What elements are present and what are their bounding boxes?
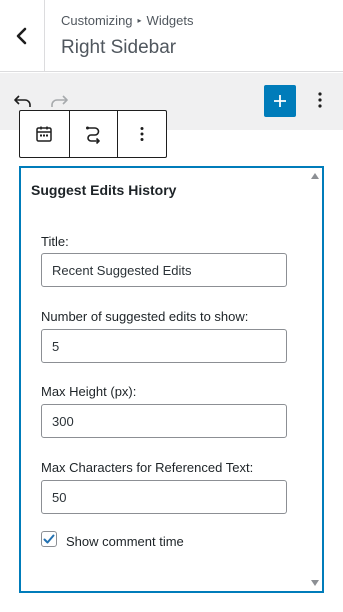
- breadcrumb-item: Customizing: [61, 13, 133, 28]
- redo-icon: [51, 95, 68, 107]
- edits-count-input[interactable]: [41, 329, 287, 363]
- edits-count-label: Number of suggested edits to show:: [41, 309, 249, 324]
- more-options-button[interactable]: [308, 88, 332, 112]
- undo-button[interactable]: [11, 88, 35, 112]
- undo-icon: [14, 95, 31, 107]
- show-comment-time-checkbox[interactable]: [41, 531, 57, 547]
- max-height-label: Max Height (px):: [41, 384, 137, 399]
- breadcrumb-separator-icon: ▸: [137, 16, 142, 25]
- block-toolbar: [19, 110, 167, 158]
- calendar-icon: [36, 126, 53, 142]
- add-block-button[interactable]: [264, 85, 296, 117]
- customizer-header: Customizing ▸ Widgets Right Sidebar: [0, 0, 343, 72]
- breadcrumb: Customizing ▸ Widgets: [61, 13, 194, 28]
- show-comment-time-label: Show comment time: [66, 534, 184, 549]
- transform-icon: [86, 126, 101, 144]
- block-options-button[interactable]: [117, 111, 166, 157]
- triangle-down-icon[interactable]: [310, 578, 320, 588]
- back-button[interactable]: [0, 0, 45, 72]
- more-vertical-icon: [140, 127, 144, 141]
- redo-button[interactable]: [47, 88, 71, 112]
- title-input[interactable]: [41, 253, 287, 287]
- title-label: Title:: [41, 234, 69, 249]
- block-type-button[interactable]: [20, 111, 69, 157]
- check-icon: [43, 534, 55, 544]
- max-chars-input[interactable]: [41, 480, 287, 514]
- plus-icon: [274, 95, 286, 107]
- max-chars-label: Max Characters for Referenced Text:: [41, 460, 254, 475]
- widget-panel: Suggest Edits History Title: Number of s…: [19, 166, 324, 593]
- breadcrumb-item: Widgets: [146, 13, 194, 28]
- widget-title: Suggest Edits History: [31, 182, 177, 198]
- chevron-left-icon: [16, 27, 27, 45]
- more-vertical-icon: [318, 92, 322, 108]
- max-height-input[interactable]: [41, 404, 287, 438]
- transform-button[interactable]: [68, 111, 118, 157]
- triangle-up-icon[interactable]: [310, 171, 320, 181]
- page-title: Right Sidebar: [61, 37, 177, 58]
